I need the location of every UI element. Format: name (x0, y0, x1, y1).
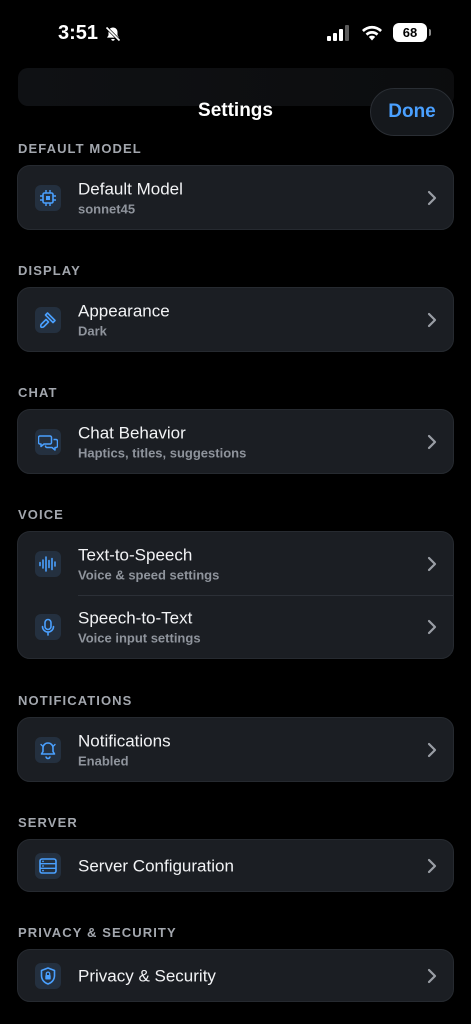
waveform-icon (35, 550, 61, 577)
battery-indicator: 68 (393, 23, 431, 42)
row-subtitle: Voice input settings (78, 630, 201, 646)
card-privacy: Privacy & Security (17, 949, 454, 1002)
row-title: Server Configuration (78, 856, 234, 875)
chip-icon (35, 184, 61, 211)
server-icon (35, 852, 61, 879)
chevron-right-icon (427, 619, 437, 635)
section-label-privacy: PRIVACY & SECURITY (18, 925, 177, 940)
card-display: Appearance Dark (17, 287, 454, 352)
row-title: Notifications (78, 731, 171, 750)
row-title: Chat Behavior (78, 423, 186, 442)
chevron-right-icon (427, 434, 437, 449)
battery-level: 68 (402, 25, 418, 40)
row-privacy-security[interactable]: Privacy & Security (18, 950, 453, 1001)
chevron-right-icon (427, 190, 437, 205)
chevron-right-icon (427, 556, 437, 571)
row-server-configuration[interactable]: Server Configuration (18, 840, 453, 891)
row-subtitle: Dark (78, 323, 107, 338)
row-chat-behavior[interactable]: Chat Behavior Haptics, titles, suggestio… (18, 410, 453, 473)
bell-icon (35, 736, 61, 763)
row-title: Default Model (78, 179, 183, 198)
card-default-model: Default Model sonnet45 (17, 165, 454, 230)
status-indicators: 68 (327, 23, 431, 42)
chevron-right-icon (427, 968, 437, 983)
cellular-signal-icon (327, 24, 349, 41)
status-bar: 3:51 68 (0, 0, 471, 62)
row-appearance[interactable]: Appearance Dark (18, 288, 453, 351)
card-chat: Chat Behavior Haptics, titles, suggestio… (17, 409, 454, 474)
wifi-icon (362, 25, 382, 40)
chevron-right-icon (427, 858, 437, 873)
row-subtitle: Haptics, titles, suggestions (78, 445, 247, 460)
section-label-notifications: NOTIFICATIONS (18, 693, 133, 708)
clock-text: 3:51 (58, 22, 99, 44)
section-label-chat: CHAT (18, 385, 58, 400)
row-subtitle: Enabled (78, 753, 129, 768)
row-title: Appearance (78, 301, 170, 320)
section-label-server: SERVER (18, 815, 78, 830)
row-subtitle: sonnet45 (78, 201, 136, 216)
row-title: Text-to-Speech (78, 545, 193, 564)
lock-shield-icon (35, 962, 61, 989)
status-time: 3:51 (58, 22, 122, 45)
microphone-icon (35, 614, 61, 640)
row-default-model[interactable]: Default Model sonnet45 (18, 166, 453, 229)
card-voice: Text-to-Speech Voice & speed settings Sp… (17, 531, 454, 659)
chevron-right-icon (427, 312, 437, 327)
row-subtitle: Voice & speed settings (78, 567, 220, 582)
row-title: Speech-to-Text (78, 608, 193, 628)
row-notifications[interactable]: Notifications Enabled (18, 718, 453, 781)
row-speech-to-text[interactable]: Speech-to-Text Voice input settings (35, 595, 453, 658)
section-label-display: DISPLAY (18, 263, 81, 278)
paintbrush-icon (35, 306, 61, 333)
chevron-right-icon (427, 742, 437, 757)
done-button[interactable]: Done (370, 88, 454, 136)
section-label-default-model: DEFAULT MODEL (18, 141, 142, 156)
section-label-voice: VOICE (18, 507, 64, 522)
bell-slash-icon (105, 25, 121, 42)
row-text-to-speech[interactable]: Text-to-Speech Voice & speed settings (18, 532, 453, 595)
row-title: Privacy & Security (78, 966, 216, 985)
chat-bubbles-icon (35, 428, 61, 455)
card-notifications: Notifications Enabled (17, 717, 454, 782)
card-server: Server Configuration (17, 839, 454, 892)
nav-header: Settings Done (0, 86, 471, 138)
